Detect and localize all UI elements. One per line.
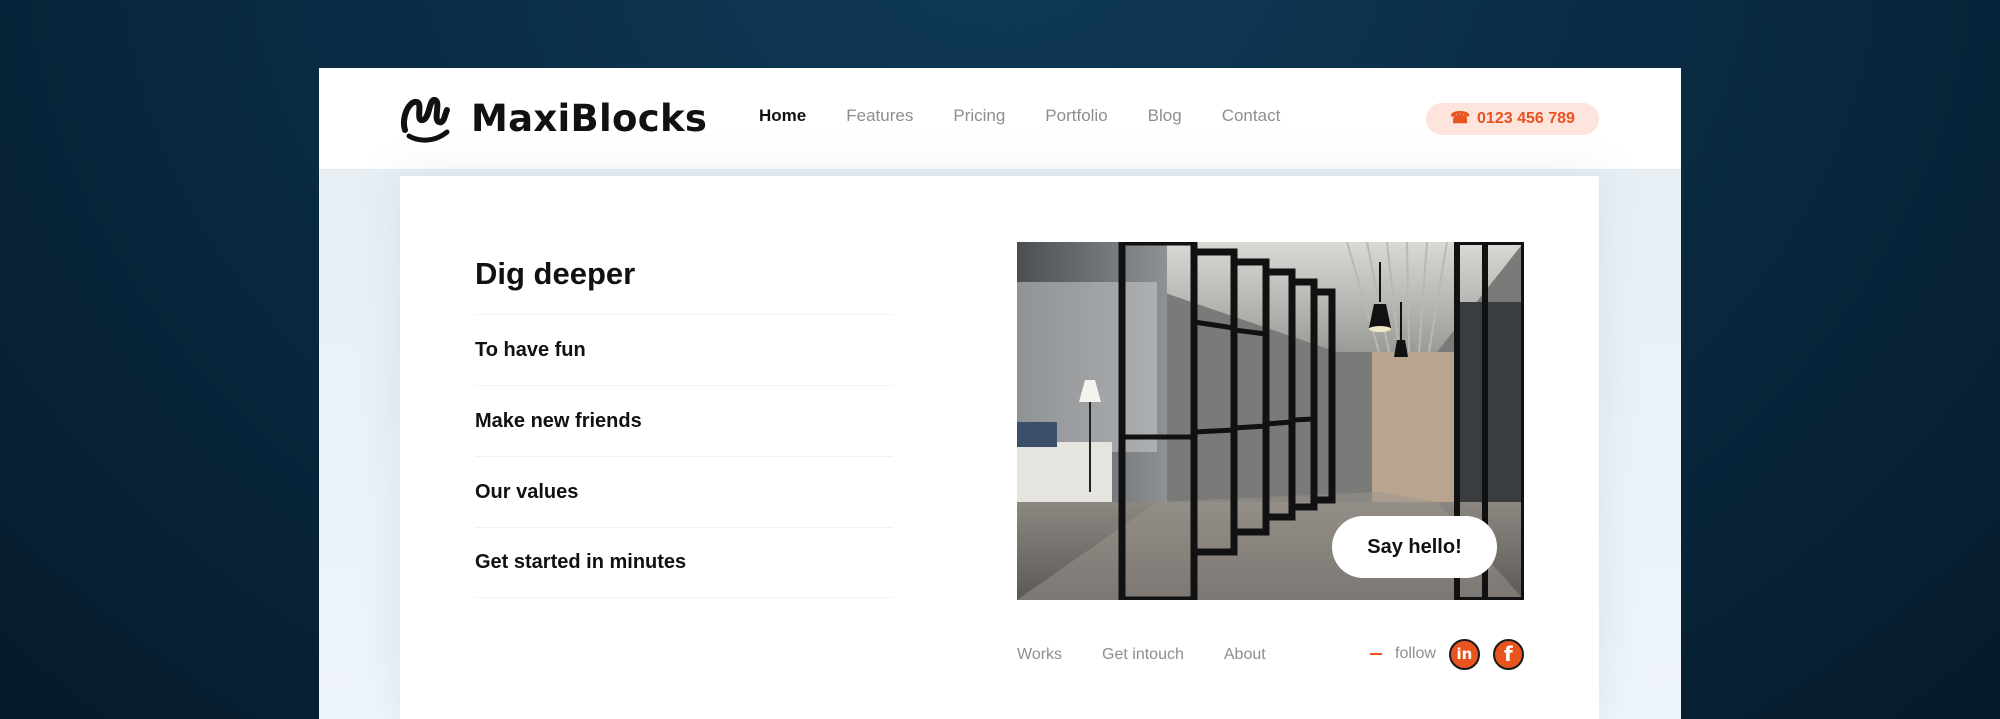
brand-name: MaxiBlocks — [471, 96, 708, 140]
site-header: MaxiBlocks Home Features Pricing Portfol… — [319, 68, 1681, 170]
nav-pricing[interactable]: Pricing — [953, 106, 1005, 126]
footer-links: Works Get intouch About — [1017, 646, 1266, 664]
follow-dash — [1370, 653, 1382, 655]
phone-icon: ☎ — [1450, 110, 1471, 127]
website-frame: MaxiBlocks Home Features Pricing Portfol… — [319, 68, 1681, 719]
phone-button[interactable]: ☎ 0123 456 789 — [1426, 103, 1599, 135]
footer-link-works[interactable]: Works — [1017, 646, 1062, 664]
main-nav: Home Features Pricing Portfolio Blog Con… — [759, 106, 1280, 126]
nav-features[interactable]: Features — [846, 106, 913, 126]
nav-blog[interactable]: Blog — [1148, 106, 1182, 126]
list-item-get-started[interactable]: Get started in minutes — [475, 527, 893, 598]
office-corridor-image: Say hello! — [1017, 242, 1524, 600]
nav-home[interactable]: Home — [759, 106, 806, 126]
facebook-icon[interactable]: f — [1492, 638, 1524, 670]
link-list: To have fun Make new friends Our values … — [475, 314, 893, 598]
phone-number: 0123 456 789 — [1477, 110, 1575, 127]
say-hello-button[interactable]: Say hello! — [1332, 516, 1497, 578]
section-heading: Dig deeper — [475, 256, 636, 291]
list-item-have-fun[interactable]: To have fun — [475, 314, 893, 385]
content-card: Dig deeper To have fun Make new friends … — [400, 176, 1599, 719]
follow-label: follow — [1395, 645, 1436, 662]
nav-contact[interactable]: Contact — [1222, 106, 1281, 126]
maxiblocks-logo-icon — [401, 97, 450, 143]
footer-link-get-intouch[interactable]: Get intouch — [1102, 646, 1184, 664]
nav-portfolio[interactable]: Portfolio — [1045, 106, 1107, 126]
linkedin-icon[interactable]: in — [1448, 638, 1480, 670]
list-item-our-values[interactable]: Our values — [475, 456, 893, 527]
list-item-new-friends[interactable]: Make new friends — [475, 385, 893, 456]
footer-link-about[interactable]: About — [1224, 646, 1266, 664]
brand-logo[interactable]: MaxiBlocks — [399, 92, 707, 144]
follow-social: follow in f — [1370, 637, 1524, 671]
